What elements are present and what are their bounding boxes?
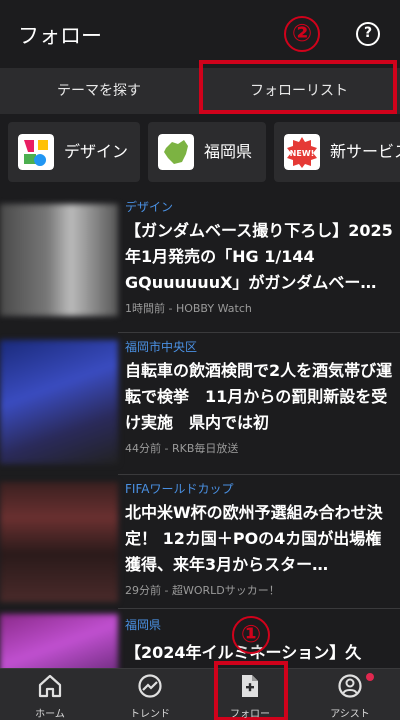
tab-bar: テーマを探す フォローリスト (0, 60, 400, 114)
nav-label: アシスト (330, 709, 370, 720)
app-header: フォロー ② ? (0, 0, 400, 68)
bottom-navigation: ホーム トレンド フォロー アシスト (0, 661, 400, 720)
new-badge-icon: NEW! (284, 134, 320, 170)
topic-chip-label: 新サービス (330, 142, 400, 161)
nav-label: フォロー (230, 709, 270, 720)
annotation-highlight-box (199, 60, 397, 114)
tab-follow-list[interactable]: フォローリスト (198, 60, 400, 114)
nav-trend[interactable]: トレンド (100, 669, 200, 720)
article-headline: 自転車の飲酒検問で2人を酒気帯び運転で検挙 11月からの罰則新設を受け実施 県内… (125, 361, 393, 432)
article-meta: 1時間前 - HOBBY Watch (125, 302, 252, 315)
follow-document-icon (242, 675, 258, 697)
article-meta: 44分前 - RKB毎日放送 (125, 442, 239, 455)
annotation-marker-1: ① (232, 616, 270, 654)
article-thumbnail (0, 204, 118, 316)
annotation-marker-2: ② (284, 16, 320, 52)
article-item[interactable]: 福岡県 【2024年イルミネーション】久 (0, 610, 400, 668)
topic-chip-label: 福岡県 (204, 142, 253, 161)
home-icon (38, 674, 62, 698)
tab-label: テーマを探す (57, 83, 141, 99)
nav-label: ホーム (35, 709, 65, 720)
page-title: フォロー (18, 24, 102, 48)
divider (118, 474, 400, 475)
nav-home[interactable]: ホーム (0, 669, 100, 720)
help-circle-icon[interactable]: ? (356, 22, 380, 46)
nav-follow[interactable]: フォロー (200, 661, 300, 720)
article-category: FIFAワールドカップ (125, 482, 234, 496)
tab-explore-themes[interactable]: テーマを探す (0, 68, 198, 114)
article-feed: デザイン 【ガンダムベース撮り下ろし】2025年1月発売の「HG 1/144 G… (0, 192, 400, 668)
article-headline: 北中米W杯の欧州予選組み合わせ決定！ 12カ国＋POの4カ国が出場権獲得、来年3… (125, 503, 383, 574)
topic-chip-new-service[interactable]: NEW! 新サービス (274, 122, 400, 182)
topic-chip-label: デザイン (64, 142, 129, 161)
design-logo-icon (18, 134, 54, 170)
notification-dot (366, 673, 374, 681)
divider (118, 332, 400, 333)
trend-chart-icon (138, 674, 162, 698)
fukuoka-map-icon (158, 134, 194, 170)
assist-user-icon (338, 674, 362, 698)
topic-chip-fukuoka[interactable]: 福岡県 (148, 122, 266, 182)
article-item[interactable]: FIFAワールドカップ 北中米W杯の欧州予選組み合わせ決定！ 12カ国＋POの4… (0, 476, 400, 608)
article-item[interactable]: 福岡市中央区 自転車の飲酒検問で2人を酒気帯び運転で検挙 11月からの罰則新設を… (0, 334, 400, 472)
divider (118, 608, 400, 609)
nav-assist[interactable]: アシスト (300, 669, 400, 720)
article-thumbnail (0, 340, 118, 464)
badge-text: NEW! (290, 149, 315, 158)
article-thumbnail (0, 482, 118, 602)
article-headline: 【ガンダムベース撮り下ろし】2025年1月発売の「HG 1/144 GQuuuu… (125, 221, 393, 292)
nav-label: トレンド (130, 709, 170, 720)
article-thumbnail (0, 614, 118, 668)
article-meta: 29分前 - 超WORLDサッカー！ (125, 584, 280, 597)
topic-chip-design[interactable]: デザイン (8, 122, 140, 182)
article-item[interactable]: デザイン 【ガンダムベース撮り下ろし】2025年1月発売の「HG 1/144 G… (0, 192, 400, 330)
followed-topics-row: デザイン 福岡県 NEW! 新サービス (0, 114, 400, 190)
article-category: デザイン (125, 200, 174, 214)
article-category: 福岡市中央区 (125, 340, 198, 354)
